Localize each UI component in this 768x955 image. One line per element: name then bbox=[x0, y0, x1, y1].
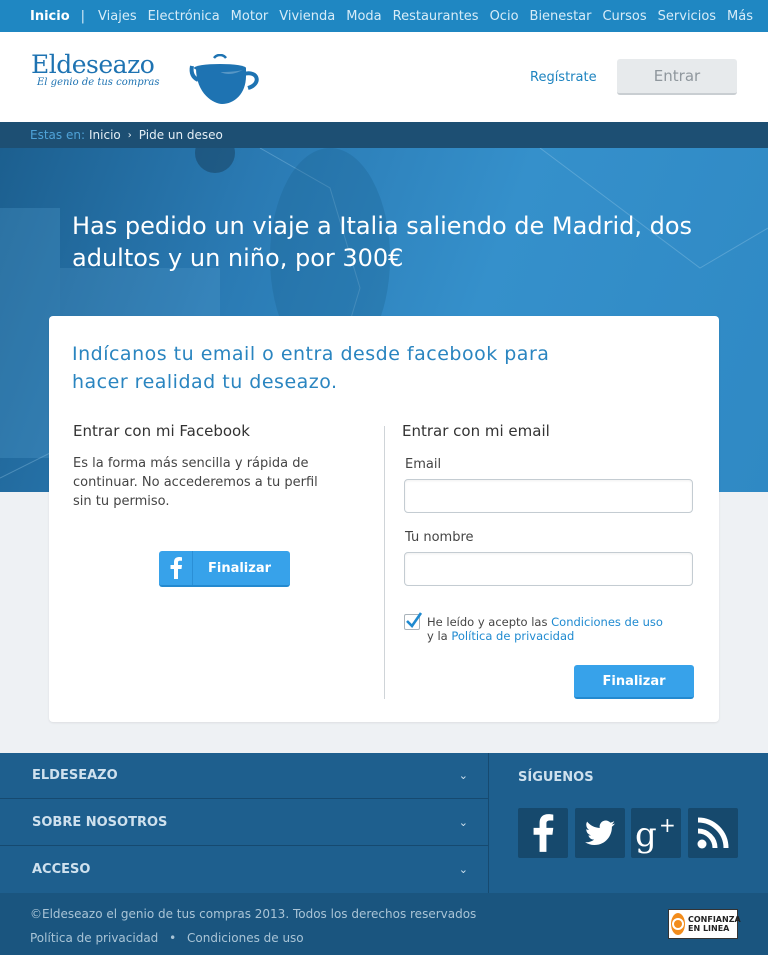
accordion-title: SOBRE NOSOTROS bbox=[32, 815, 168, 830]
bullet-separator: • bbox=[169, 931, 177, 945]
chevron-down-icon: ⌄ bbox=[458, 862, 468, 876]
legal-links: Política de privacidad • Condiciones de … bbox=[30, 931, 304, 945]
badge-text: CONFIANZA EN LINEA bbox=[688, 915, 741, 933]
nav-item-moda[interactable]: Moda bbox=[346, 9, 381, 24]
accordion-title: ELDESEAZO bbox=[32, 768, 118, 783]
footer-privacy-link[interactable]: Política de privacidad bbox=[30, 931, 158, 945]
login-button[interactable]: Entrar bbox=[617, 59, 737, 95]
nav-item-restaurantes[interactable]: Restaurantes bbox=[393, 9, 479, 24]
terms-prefix: He leído y acepto las bbox=[427, 615, 548, 629]
accordion-eldeseazo[interactable]: ELDESEAZO ⌄ bbox=[0, 753, 488, 799]
checkmark-icon bbox=[406, 612, 423, 629]
privacy-link[interactable]: Política de privacidad bbox=[451, 629, 574, 643]
terms-mid: y la bbox=[427, 629, 448, 643]
logo-text: Eldeseazo bbox=[31, 50, 155, 79]
email-label: Email bbox=[405, 457, 442, 472]
teapot-logo-icon bbox=[189, 54, 259, 104]
nav-item-servicios[interactable]: Servicios bbox=[658, 9, 716, 24]
card-intro: Indícanos tu email o entra desde faceboo… bbox=[72, 343, 550, 393]
nav-item-bienestar[interactable]: Bienestar bbox=[530, 9, 592, 24]
confianza-logo-icon bbox=[671, 913, 685, 935]
facebook-icon[interactable] bbox=[518, 808, 568, 858]
column-divider bbox=[384, 426, 385, 699]
facebook-icon bbox=[159, 551, 193, 585]
email-field[interactable] bbox=[404, 479, 693, 513]
facebook-button-label: Finalizar bbox=[207, 560, 272, 576]
facebook-section-title: Entrar con mi Facebook bbox=[73, 422, 250, 440]
footer-terms-link[interactable]: Condiciones de uso bbox=[187, 931, 304, 945]
nav-item-viajes[interactable]: Viajes bbox=[98, 9, 137, 24]
hero-title: Has pedido un viaje a Italia saliendo de… bbox=[72, 212, 693, 272]
register-link[interactable]: Regístrate bbox=[530, 70, 597, 85]
email-section-title: Entrar con mi email bbox=[402, 422, 550, 440]
footer-bottom-bar: ©Eldeseazo el genio de tus compras 2013.… bbox=[0, 893, 768, 955]
email-finalize-button[interactable]: Finalizar bbox=[574, 665, 694, 699]
site-footer: ELDESEAZO ⌄ SOBRE NOSOTROS ⌄ ACCESO ⌄ SÍ… bbox=[0, 753, 768, 955]
rss-icon[interactable] bbox=[688, 808, 738, 858]
breadcrumb-prefix: Estas en: bbox=[30, 128, 85, 142]
nav-item-inicio[interactable]: Inicio bbox=[30, 9, 70, 24]
breadcrumb: Estas en: Inicio › Pide un deseo bbox=[0, 122, 768, 148]
nav-item-mas[interactable]: Más bbox=[727, 9, 753, 24]
accordion-acceso[interactable]: ACCESO ⌄ bbox=[0, 846, 488, 892]
svg-text:g: g bbox=[635, 815, 657, 854]
chevron-right-icon: › bbox=[127, 129, 132, 141]
breadcrumb-item-current: Pide un deseo bbox=[138, 128, 223, 142]
nav-item-electronica[interactable]: Electrónica bbox=[148, 9, 220, 24]
terms-link[interactable]: Condiciones de uso bbox=[551, 615, 663, 629]
google-plus-icon[interactable]: g + bbox=[631, 808, 681, 858]
name-label: Tu nombre bbox=[405, 530, 474, 545]
top-navigation: Inicio | Viajes Electrónica Motor Vivien… bbox=[0, 0, 768, 32]
chevron-down-icon: ⌄ bbox=[458, 769, 468, 782]
nav-item-vivienda[interactable]: Vivienda bbox=[279, 9, 335, 24]
copyright-text: ©Eldeseazo el genio de tus compras 2013.… bbox=[30, 907, 477, 921]
follow-title: SÍGUENOS bbox=[518, 770, 594, 785]
facebook-finalize-button[interactable]: Finalizar bbox=[159, 551, 290, 587]
twitter-icon[interactable] bbox=[575, 808, 625, 858]
footer-divider bbox=[488, 753, 489, 893]
nav-item-ocio[interactable]: Ocio bbox=[490, 9, 519, 24]
chevron-down-icon: ⌄ bbox=[458, 816, 468, 829]
accordion-sobre-nosotros[interactable]: SOBRE NOSOTROS ⌄ bbox=[0, 800, 488, 846]
login-card: Indícanos tu email o entra desde faceboo… bbox=[49, 316, 719, 722]
site-logo[interactable]: Eldeseazo El genio de tus compras bbox=[31, 50, 159, 88]
terms-checkbox[interactable] bbox=[404, 612, 423, 630]
logo-tagline: El genio de tus compras bbox=[37, 77, 160, 88]
accordion-title: ACCESO bbox=[32, 861, 91, 877]
nav-separator: | bbox=[80, 8, 86, 24]
svg-text:+: + bbox=[659, 813, 676, 837]
nav-item-motor[interactable]: Motor bbox=[231, 9, 269, 24]
facebook-description: Es la forma más sencilla y rápida de con… bbox=[73, 456, 318, 509]
terms-text: He leído y acepto las Condiciones de uso… bbox=[427, 615, 707, 643]
name-field[interactable] bbox=[404, 552, 693, 586]
site-header: Eldeseazo El genio de tus compras Regíst… bbox=[0, 32, 768, 122]
nav-item-cursos[interactable]: Cursos bbox=[602, 9, 646, 24]
confianza-online-badge[interactable]: CONFIANZA EN LINEA bbox=[668, 909, 741, 939]
breadcrumb-item-inicio[interactable]: Inicio bbox=[89, 128, 121, 142]
